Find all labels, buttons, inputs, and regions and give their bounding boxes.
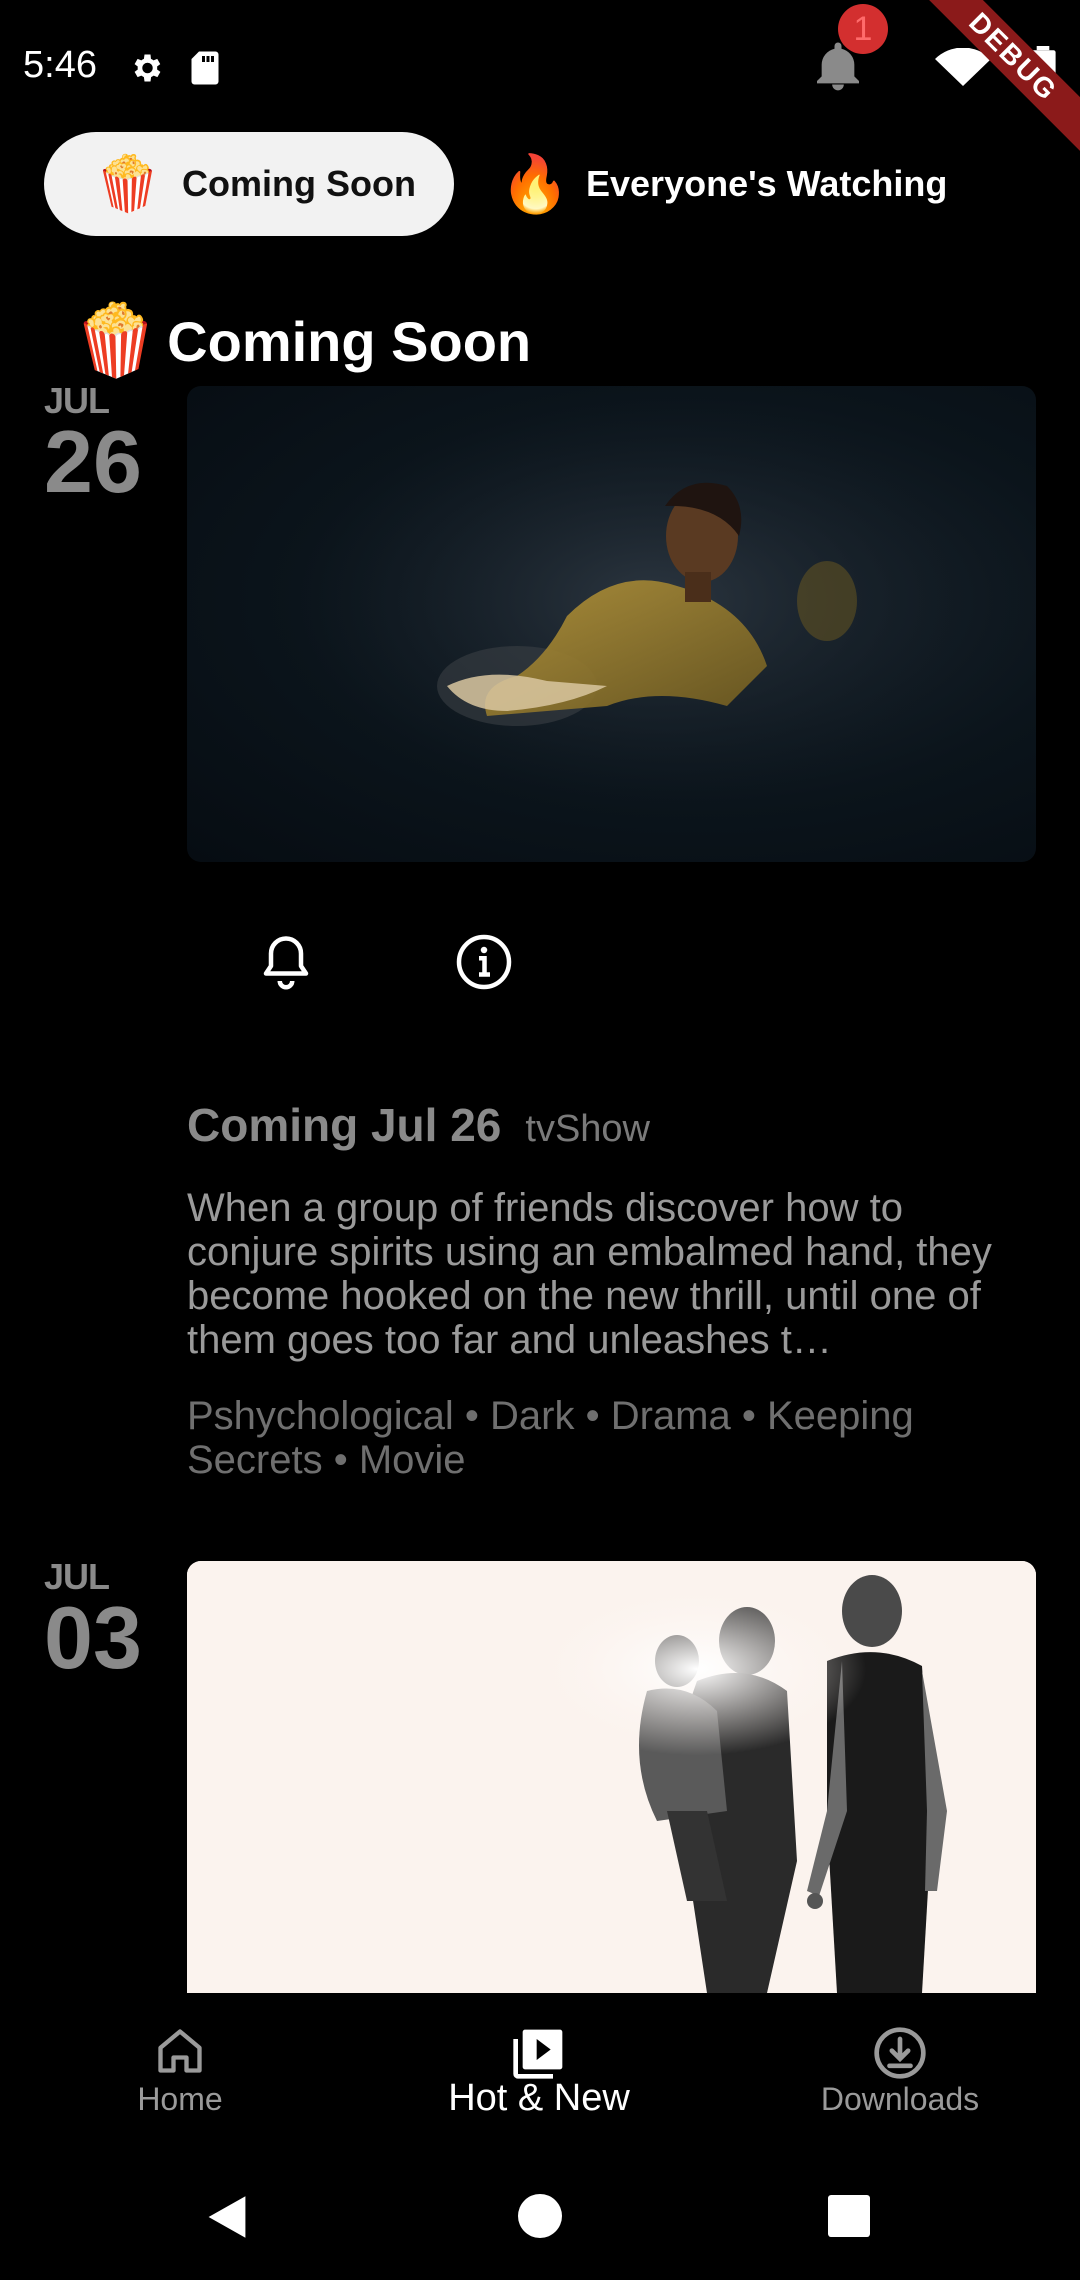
system-navigation-bar: [0, 2143, 1080, 2280]
popcorn-icon: 🍿: [72, 301, 160, 379]
notification-badge: 1: [838, 4, 888, 54]
section-title: Coming Soon: [167, 309, 532, 373]
nav-home-label: Home: [137, 2081, 223, 2117]
remind-me-bell-icon[interactable]: [256, 930, 316, 992]
coming-date-line: Coming Jul 26 tvShow: [187, 1098, 650, 1152]
tab-everyones-watching[interactable]: 🔥 Everyone's Watching: [500, 132, 947, 236]
nav-downloads-label: Downloads: [820, 2081, 980, 2117]
release-date: JUL 26: [44, 380, 142, 511]
popcorn-icon: 🍿: [94, 153, 162, 214]
sd-card-icon: [191, 51, 219, 85]
movie-description: When a group of friends discover how to …: [187, 1186, 992, 1362]
release-day: 26: [44, 412, 142, 511]
video-library-icon: [513, 2029, 563, 2079]
tab-coming-soon[interactable]: 🍿 Coming Soon: [44, 132, 454, 236]
download-icon: [874, 2027, 926, 2079]
coming-date-label: Coming Jul 26: [187, 1099, 502, 1151]
category-tab-bar: 🍿 Coming Soon 🔥 Everyone's Watching: [0, 130, 1080, 240]
home-circle-icon[interactable]: [518, 2194, 562, 2238]
info-icon[interactable]: [454, 932, 514, 992]
genre-tags: Pshychological • Dark • Drama • Keeping …: [187, 1394, 914, 1482]
status-bar: 5:46 1 DEBUG: [0, 0, 1080, 159]
movie-poster[interactable]: [187, 1561, 1036, 1993]
nav-home[interactable]: Home: [30, 1993, 330, 2143]
nav-hot-new-label: Hot & New: [448, 2077, 630, 2119]
recents-square-icon[interactable]: [828, 2195, 870, 2237]
poster-image: [187, 1561, 1036, 1993]
content-type-label: tvShow: [525, 1108, 651, 1150]
poster-image: [187, 386, 1036, 862]
nav-hot-new[interactable]: Hot & New: [389, 1993, 689, 2143]
movie-poster[interactable]: [187, 386, 1036, 862]
tab-everyones-watching-label: Everyone's Watching: [586, 163, 948, 204]
back-icon[interactable]: [204, 2193, 250, 2241]
home-icon: [158, 2029, 202, 2073]
release-date: JUL 03: [44, 1556, 142, 1687]
release-day: 03: [44, 1588, 142, 1687]
nav-downloads[interactable]: Downloads: [750, 1993, 1050, 2143]
tab-coming-soon-label: Coming Soon: [182, 163, 416, 204]
status-time: 5:46: [23, 44, 97, 86]
section-heading: 🍿 Coming Soon: [72, 296, 531, 386]
fire-icon: 🔥: [500, 152, 570, 215]
bottom-navigation: Home Hot & New Downloads: [0, 1993, 1080, 2143]
settings-gear-icon: [134, 54, 161, 82]
